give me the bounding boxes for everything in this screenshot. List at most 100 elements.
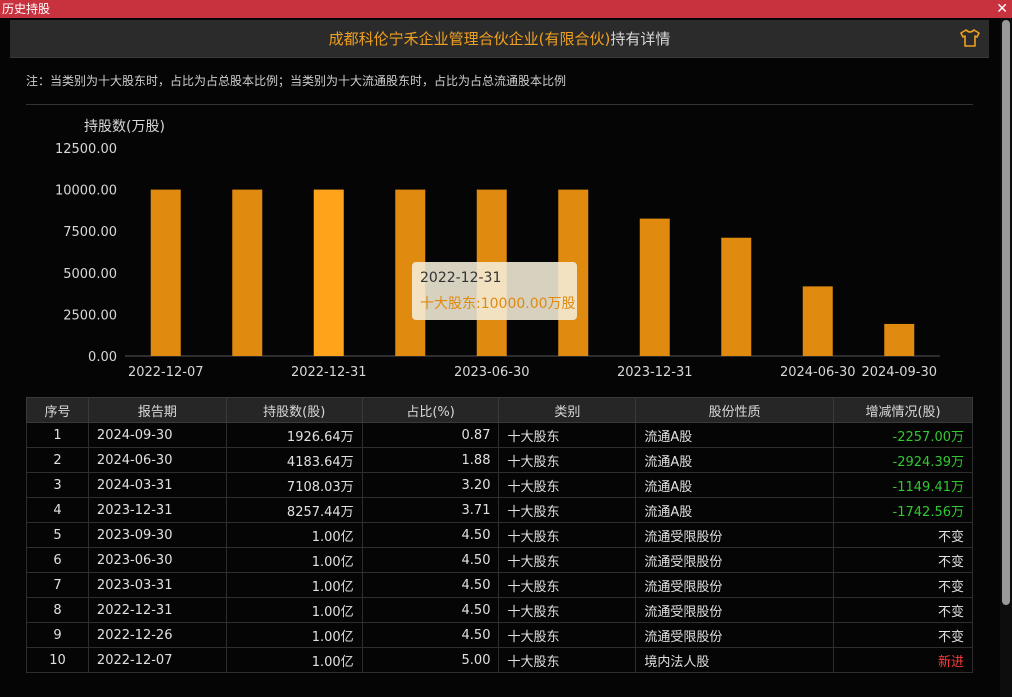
table-cell: 9 (26, 622, 89, 648)
table-cell: 流通A股 (635, 497, 835, 523)
table-cell: 不变 (833, 622, 973, 648)
table-cell: 2023-12-31 (87, 497, 227, 523)
holder-name: 成都科伦宁禾企业管理合伙企业(有限合伙) (328, 30, 611, 48)
title-suffix: 持有详情 (610, 30, 671, 48)
page-title: 成都科伦宁禾企业管理合伙企业(有限合伙)持有详情 (10, 29, 989, 49)
table-cell: 1.88 (361, 447, 500, 473)
col-header-6[interactable]: 增减情况(股) (833, 397, 973, 423)
table-cell: 2023-06-30 (87, 547, 227, 573)
table-cell: 十大股东 (498, 597, 637, 623)
table-cell: 流通受限股份 (635, 572, 835, 598)
y-tick-label: 7500.00 (63, 225, 117, 240)
x-tick-label: 2023-12-31 (617, 365, 693, 380)
table-cell: 10 (26, 647, 89, 673)
note-text: 注：当类别为十大股东时，占比为占总股本比例；当类别为十大流通股东时，占比为占总流… (26, 74, 567, 88)
y-axis-label: 持股数(万股) (84, 119, 165, 135)
close-icon[interactable]: ✕ (996, 0, 1008, 18)
table-cell: -2257.00万 (833, 422, 973, 448)
col-header-3[interactable]: 占比(%) (361, 397, 500, 423)
table-header-row: 序号 报告期 持股数(股) 占比(%) 类别 股份性质 增减情况(股) (26, 397, 973, 423)
table-cell: 新进 (833, 647, 973, 673)
table-cell: 4.50 (361, 547, 500, 573)
table-cell: 8257.44万 (225, 497, 363, 523)
table-cell: 4.50 (361, 597, 500, 623)
table-row[interactable]: 6 2023-06-30 1.00亿 4.50 十大股东 流通受限股份 不变 (26, 547, 973, 573)
table-cell: 十大股东 (498, 547, 637, 573)
table-cell: 2022-12-26 (87, 622, 227, 648)
x-tick-label: 2024-09-30 (861, 365, 937, 380)
table-cell: 7 (26, 572, 89, 598)
table-cell: 7108.03万 (225, 472, 363, 498)
table-cell: 十大股东 (498, 572, 637, 598)
divider (26, 104, 973, 105)
col-header-2[interactable]: 持股数(股) (225, 397, 363, 423)
bar-2024-09-30[interactable] (884, 323, 915, 356)
table-cell: 3.71 (361, 497, 500, 523)
table-cell: -2924.39万 (833, 447, 973, 473)
bar-2022-12-31[interactable] (313, 189, 344, 356)
table-row[interactable]: 3 2024-03-31 7108.03万 3.20 十大股东 流通A股 -1149.41万 (26, 472, 973, 498)
tooltip-value: 十大股东:10000.00万股 (420, 296, 576, 312)
table-row[interactable]: 2 2024-06-30 4183.64万 1.88 十大股东 流通A股 -2924.39万 (26, 447, 973, 473)
table-row[interactable]: 5 2023-09-30 1.00亿 4.50 十大股东 流通受限股份 不变 (26, 522, 973, 548)
col-header-1[interactable]: 报告期 (87, 397, 227, 423)
table-cell: 2023-03-31 (87, 572, 227, 598)
table-row[interactable]: 9 2022-12-26 1.00亿 4.50 十大股东 流通受限股份 不变 (26, 622, 973, 648)
bar-2022-12-07[interactable] (150, 189, 181, 356)
bar-2022-12-26[interactable] (232, 189, 263, 356)
table-cell: 1.00亿 (225, 597, 363, 623)
table-cell: 十大股东 (498, 622, 637, 648)
table-cell: 流通受限股份 (635, 622, 835, 648)
y-tick-label: 10000.00 (55, 184, 117, 199)
table-cell: 5.00 (361, 647, 500, 673)
table-cell: 境内法人股 (635, 647, 835, 673)
table-row[interactable]: 1 2024-09-30 1926.64万 0.87 十大股东 流通A股 -2257.00万 (26, 422, 973, 448)
table-cell: -1742.56万 (833, 497, 973, 523)
vertical-scrollbar[interactable] (1000, 18, 1012, 697)
y-tick-label: 2500.00 (63, 308, 117, 323)
table-row[interactable]: 4 2023-12-31 8257.44万 3.71 十大股东 流通A股 -1742.56万 (26, 497, 973, 523)
bar-2024-03-31[interactable] (721, 237, 752, 356)
table-cell: 2023-09-30 (87, 522, 227, 548)
table-cell: 1.00亿 (225, 622, 363, 648)
table-cell: 2024-09-30 (87, 422, 227, 448)
table-cell: 2 (26, 447, 89, 473)
col-header-5[interactable]: 股份性质 (635, 397, 835, 423)
table-cell: 1.00亿 (225, 572, 363, 598)
table-cell: 4 (26, 497, 89, 523)
x-tick-label: 2022-12-31 (291, 365, 367, 380)
table-cell: 6 (26, 547, 89, 573)
table-cell: 流通受限股份 (635, 522, 835, 548)
table-row[interactable]: 8 2022-12-31 1.00亿 4.50 十大股东 流通受限股份 不变 (26, 597, 973, 623)
table-cell: 5 (26, 522, 89, 548)
x-tick-label: 2024-06-30 (780, 365, 856, 380)
y-tick-label: 5000.00 (63, 267, 117, 282)
table-cell: 不变 (833, 547, 973, 573)
bar-2023-12-31[interactable] (639, 218, 670, 356)
col-header-0[interactable]: 序号 (26, 397, 89, 423)
table-cell: 不变 (833, 522, 973, 548)
table-cell: 1.00亿 (225, 522, 363, 548)
table-cell: 2024-06-30 (87, 447, 227, 473)
y-tick-label: 0.00 (88, 350, 117, 365)
window-titlebar: 历史持股 ✕ (0, 0, 1012, 18)
x-tick-label: 2023-06-30 (454, 365, 530, 380)
tshirt-icon[interactable] (959, 28, 981, 48)
col-header-4[interactable]: 类别 (498, 397, 637, 423)
table-cell: 1.00亿 (225, 647, 363, 673)
table-cell: 4.50 (361, 572, 500, 598)
scrollbar-thumb[interactable] (1002, 20, 1010, 605)
y-tick-label: 12500.00 (55, 142, 117, 157)
table-cell: 1926.64万 (225, 422, 363, 448)
holdings-bar-chart: 持股数(万股) 12500.00 10000.00 7500.00 5000.00 250… (55, 119, 940, 380)
table-cell: 4.50 (361, 622, 500, 648)
table-row[interactable]: 10 2022-12-07 1.00亿 5.00 十大股东 境内法人股 新进 (26, 647, 973, 673)
table-cell: 十大股东 (498, 422, 637, 448)
holdings-table: 序号 报告期 持股数(股) 占比(%) 类别 股份性质 增减情况(股) 1 2024-09-3… (26, 397, 973, 673)
table-cell: 不变 (833, 597, 973, 623)
table-cell: 1 (26, 422, 89, 448)
bar-2024-06-30[interactable] (802, 286, 833, 356)
table-row[interactable]: 7 2023-03-31 1.00亿 4.50 十大股东 流通受限股份 不变 (26, 572, 973, 598)
table-cell: 0.87 (361, 422, 500, 448)
x-tick-label: 2022-12-07 (128, 365, 204, 380)
